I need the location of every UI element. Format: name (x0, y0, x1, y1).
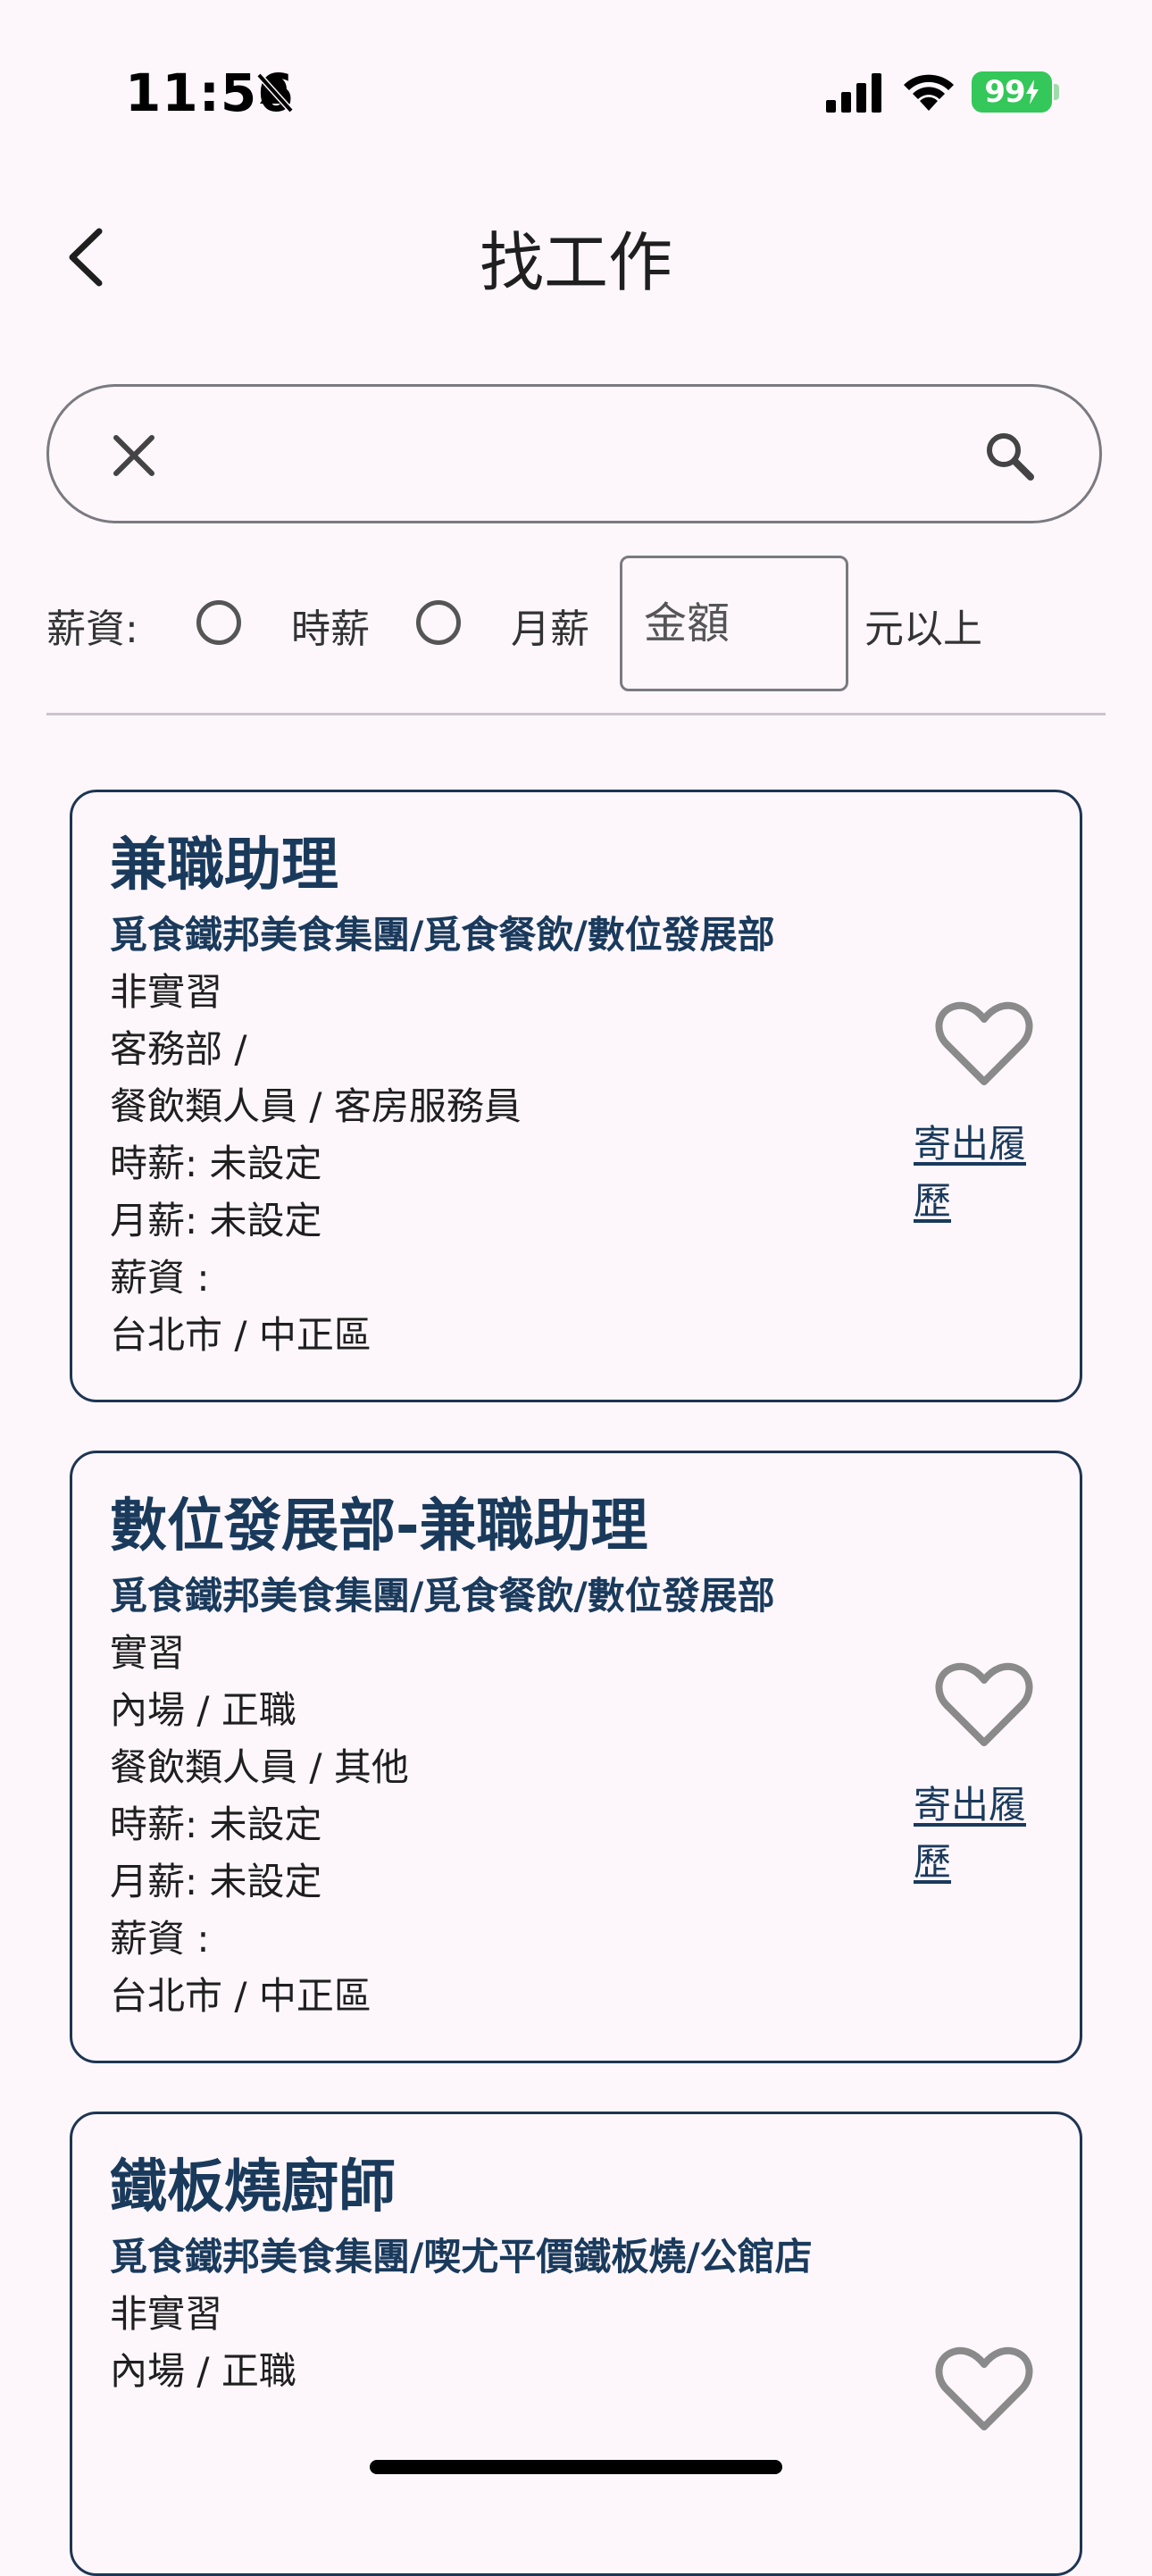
search-input[interactable] (188, 418, 950, 491)
search-button[interactable] (973, 420, 1045, 491)
job-category: 餐飲類人員 / 其他 (110, 1745, 409, 1789)
status-bar: 11:56 99 (0, 0, 1152, 188)
job-company: 覓食鐵邦美食集團/覓食餐飲/數位發展部 (110, 1574, 775, 1618)
job-monthly-wage: 月薪: 未設定 (110, 1199, 322, 1242)
job-internship: 非實習 (110, 2292, 223, 2336)
battery-level: 99 (984, 74, 1025, 110)
job-department: 客務部 / (110, 1027, 247, 1071)
job-salary: 薪資 : (110, 1256, 210, 1300)
job-internship: 實習 (110, 1631, 186, 1675)
search-icon (987, 433, 1034, 481)
job-department: 內場 / 正職 (110, 1688, 296, 1732)
clear-search-button[interactable] (98, 420, 170, 491)
job-internship: 非實習 (110, 970, 223, 1014)
job-salary: 薪資 : (110, 1917, 210, 1961)
amount-suffix: 元以上 (864, 606, 982, 652)
job-card[interactable]: 鐵板燒廚師 覓食鐵邦美食集團/喫尤平價鐵板燒/公館店 非實習 內場 / 正職 (70, 2112, 1082, 2576)
battery-cap (1054, 84, 1059, 100)
amount-input[interactable] (620, 556, 848, 691)
job-card[interactable]: 數位發展部-兼職助理 覓食鐵邦美食集團/覓食餐飲/數位發展部 實習 內場 / 正… (70, 1451, 1082, 2063)
job-company: 覓食鐵邦美食集團/喫尤平價鐵板燒/公館店 (110, 2235, 813, 2279)
page-title: 找工作 (479, 225, 672, 300)
wifi-icon (904, 74, 954, 111)
hourly-radio-label[interactable]: 時薪 (291, 597, 370, 654)
job-card-body: 鐵板燒廚師 覓食鐵邦美食集團/喫尤平價鐵板燒/公館店 非實習 內場 / 正職 (110, 2152, 914, 2400)
job-location: 台北市 / 中正區 (110, 1974, 371, 2018)
charging-bolt-icon (1025, 79, 1039, 105)
hourly-radio[interactable] (196, 600, 241, 645)
job-hourly-wage: 時薪: 未設定 (110, 1802, 322, 1846)
job-monthly-wage: 月薪: 未設定 (110, 1860, 322, 1903)
job-company: 覓食鐵邦美食集團/覓食餐飲/數位發展部 (110, 913, 775, 957)
send-resume-link[interactable]: 寄出履歷 (914, 1777, 1048, 1891)
job-card-body: 兼職助理 覓食鐵邦美食集團/覓食餐飲/數位發展部 非實習 客務部 / 餐飲類人員… (110, 830, 914, 1364)
close-icon (113, 435, 154, 476)
bell-muted-icon (256, 72, 294, 113)
salary-filter-label: 薪資: (46, 606, 138, 652)
heart-outline-icon[interactable] (935, 999, 1033, 1089)
job-title: 兼職助理 (110, 832, 338, 899)
home-indicator[interactable] (370, 2460, 782, 2474)
job-card-body: 數位發展部-兼職助理 覓食鐵邦美食集團/覓食餐飲/數位發展部 實習 內場 / 正… (110, 1491, 914, 2025)
job-hourly-wage: 時薪: 未設定 (110, 1142, 322, 1185)
job-title: 鐵板燒廚師 (110, 2154, 396, 2221)
battery-indicator: 99 (972, 71, 1052, 113)
heart-outline-icon[interactable] (935, 1660, 1033, 1750)
filter-divider (46, 713, 1106, 715)
job-department: 內場 / 正職 (110, 2349, 296, 2393)
send-resume-link[interactable]: 寄出履歷 (914, 1116, 1048, 1230)
monthly-radio-label[interactable]: 月薪 (511, 597, 589, 654)
heart-outline-icon[interactable] (935, 2345, 1033, 2434)
job-category: 餐飲類人員 / 客房服務員 (110, 1084, 522, 1128)
job-title: 數位發展部-兼職助理 (110, 1493, 648, 1560)
job-card[interactable]: 兼職助理 覓食鐵邦美食集團/覓食餐飲/數位發展部 非實習 客務部 / 餐飲類人員… (70, 790, 1082, 1402)
monthly-radio[interactable] (416, 600, 461, 645)
job-location: 台北市 / 中正區 (110, 1313, 371, 1357)
cellular-signal-icon (826, 73, 881, 113)
